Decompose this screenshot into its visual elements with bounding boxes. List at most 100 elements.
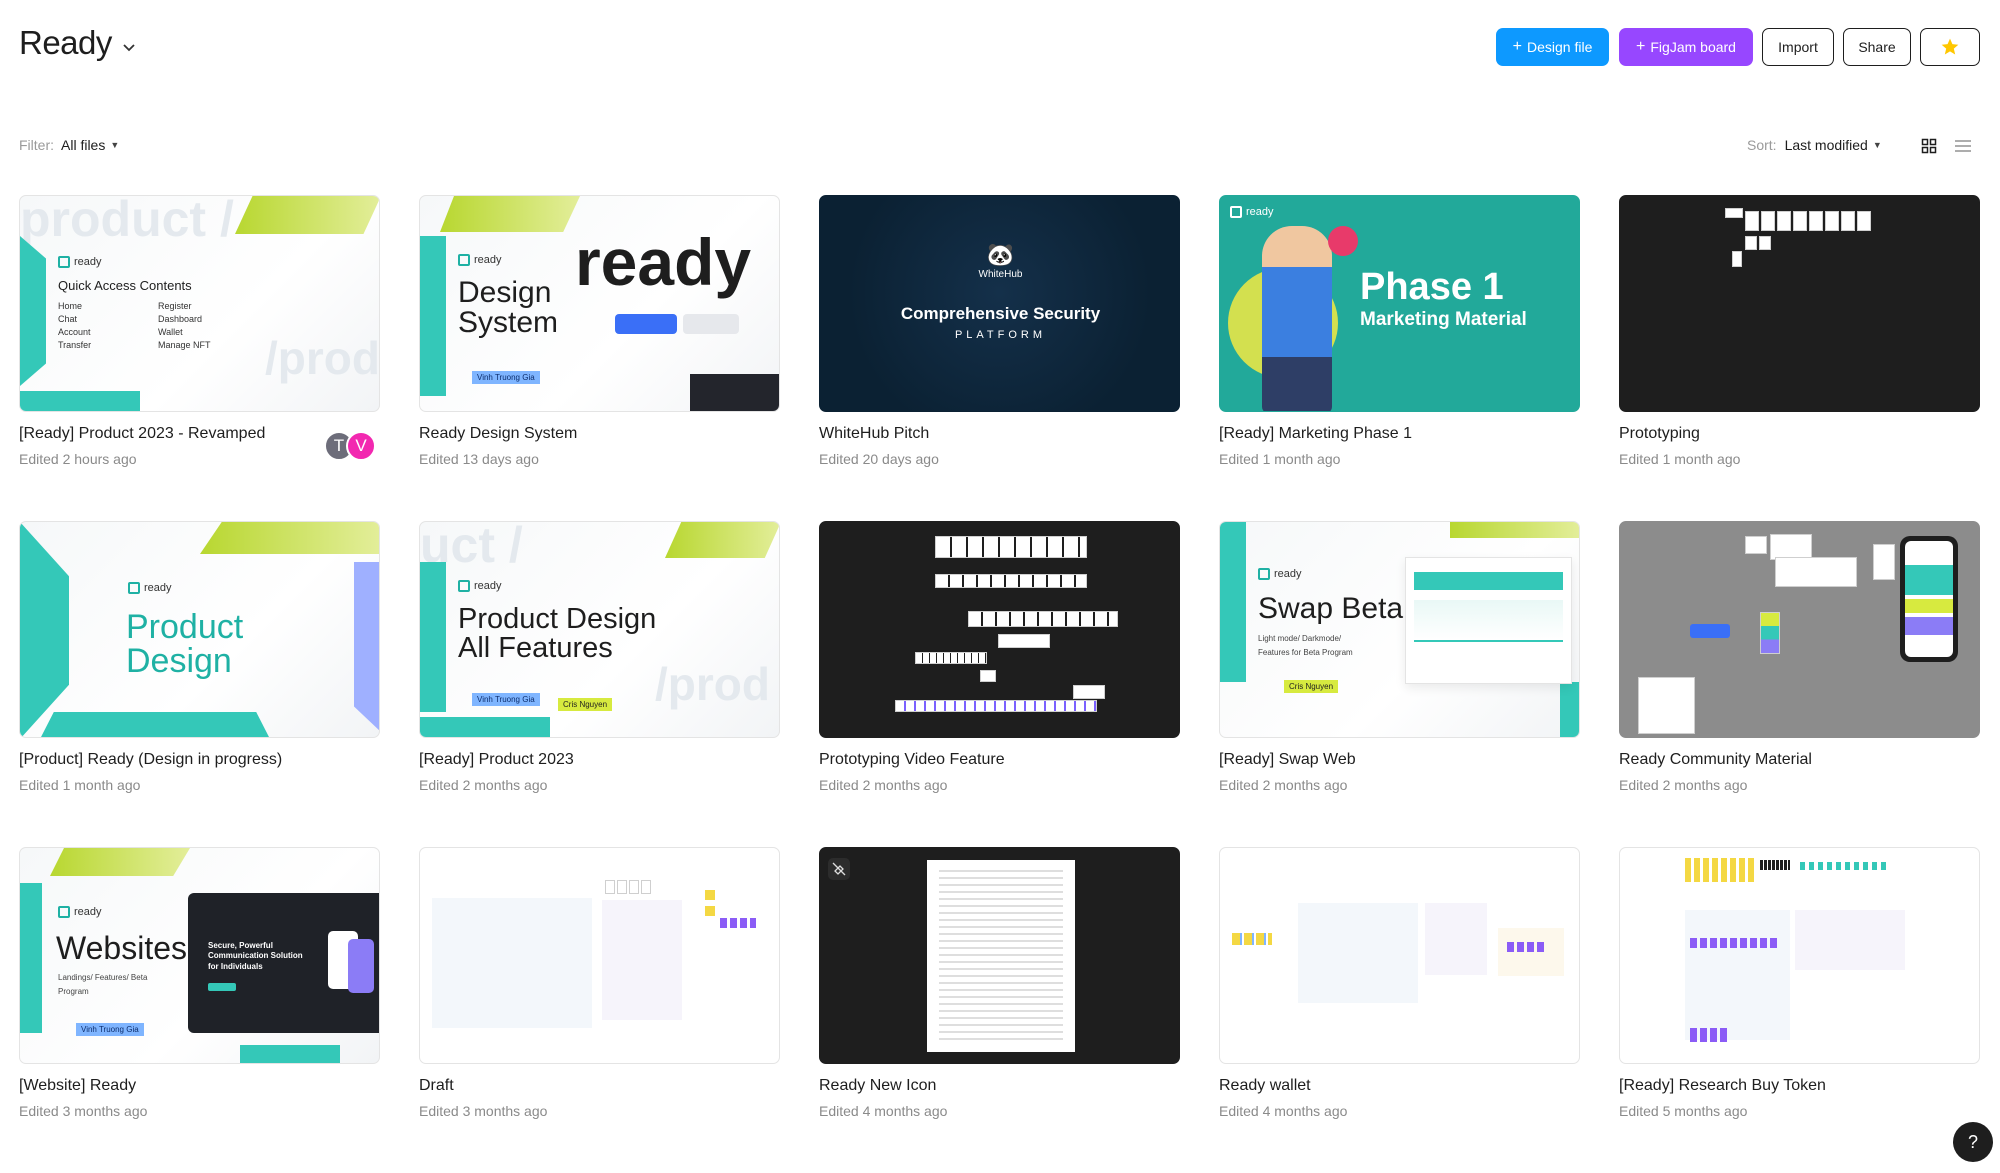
help-label: ? [1967,1131,1978,1152]
collaborator-avatars[interactable]: T V [324,431,380,461]
file-thumbnail[interactable] [1619,521,1980,738]
help-icon[interactable]: ? [1953,1122,1993,1162]
figjam-section [602,900,682,1020]
file-edited-time: Edited 4 months ago [1219,1103,1348,1119]
thumb-accent [354,562,379,732]
file-thumbnail[interactable] [819,521,1180,738]
thumb-author-chip: Vinh Truong Gia [76,1023,144,1036]
file-thumbnail[interactable] [1619,195,1980,412]
new-design-file-button[interactable]: + Design file [1496,28,1609,66]
ready-logo: ready [1258,568,1302,580]
thumb-ghost-text: product / [20,195,234,247]
file-card[interactable]: uct / /prod ready Product Design All Fea… [419,521,780,847]
thumb-accent [420,717,550,737]
file-name: [Ready] Research Buy Token [1619,1077,1826,1094]
thumb-accent [20,236,46,386]
thumb-accent [1690,624,1730,638]
file-card[interactable]: ready Websites Landings/ Features/ Beta … [19,847,380,1173]
thumb-accent [665,522,779,558]
sticky-row [1507,942,1547,952]
file-card[interactable]: Prototyping Edited 1 month ago [1619,195,1980,521]
chevron-down-icon: ▼ [1872,140,1882,150]
thumb-button-sample [683,314,739,334]
file-edited-time: Edited 2 months ago [819,777,948,793]
plus-icon: + [1636,38,1646,55]
project-title[interactable]: Ready [19,24,112,62]
filter-dropdown[interactable]: All files ▼ [61,137,119,153]
sticky-row [1690,1028,1730,1042]
frame-preview [629,880,639,894]
sticky-note [705,906,715,916]
file-card[interactable]: Prototyping Video Feature Edited 2 month… [819,521,1180,847]
frame-preview [1809,211,1823,231]
file-card[interactable]: ready Phase 1 Marketing Material [Ready]… [1219,195,1580,521]
sort-value: Last modified [1784,137,1868,153]
frame-preview [605,880,615,894]
new-figjam-board-button[interactable]: + FigJam board [1619,28,1753,66]
sort-dropdown[interactable]: Last modified ▼ [1785,137,1882,153]
import-label: Import [1778,39,1818,55]
thumb-headline: Phase 1 [1360,266,1504,308]
filter-label: Filter: [19,137,54,153]
file-edited-time: Edited 1 month ago [1219,451,1341,467]
file-thumbnail[interactable] [419,847,780,1064]
file-card[interactable]: ready ready Design System Vinh Truong Gi… [419,195,780,521]
figjam-section [1425,903,1487,975]
file-edited-time: Edited 2 months ago [1619,777,1748,793]
file-thumbnail[interactable]: ready Phase 1 Marketing Material [1219,195,1580,412]
frame-row [935,536,1087,558]
thumb-accent [50,848,190,876]
file-card[interactable]: Draft Edited 3 months ago [419,847,780,1173]
import-button[interactable]: Import [1762,28,1834,66]
ready-logo: ready [58,906,102,918]
figjam-section [1298,903,1418,1003]
file-thumbnail[interactable] [1219,847,1580,1064]
file-card[interactable]: 🐼 WhiteHub Comprehensive Security PLATFO… [819,195,1180,521]
file-card[interactable]: Ready wallet Edited 4 months ago [1219,847,1580,1173]
thumb-promo-text: Secure, Powerful Communication Solution … [208,941,303,971]
avatar[interactable]: V [346,431,376,461]
share-button[interactable]: Share [1843,28,1911,66]
filter-value: All files [61,137,106,153]
figjam-section [1498,928,1564,976]
file-name: [Website] Ready [19,1077,137,1094]
file-thumbnail[interactable] [1619,847,1980,1064]
file-card[interactable]: ready Product Design [Product] Ready (De… [19,521,380,847]
sort-label: Sort: [1747,137,1777,153]
file-card[interactable]: [Ready] Research Buy Token Edited 5 mont… [1619,847,1980,1173]
file-thumbnail[interactable]: ready ready Design System Vinh Truong Gi… [419,195,780,412]
favorite-button[interactable] [1920,28,1980,66]
chevron-down-icon[interactable] [115,33,143,61]
file-thumbnail[interactable] [819,847,1180,1064]
thumb-button-sample [615,314,677,334]
thumb-subline: PLATFORM [954,329,1047,341]
file-card[interactable]: Ready New Icon Edited 4 months ago [819,847,1180,1173]
file-card[interactable]: ready Swap Beta Light mode/ Darkmode/ Fe… [1219,521,1580,847]
sticky-row [1800,862,1890,870]
file-card[interactable]: Ready Community Material Edited 2 months… [1619,521,1980,847]
file-thumbnail[interactable]: product / /prod ready Quick Access Conte… [19,195,380,412]
file-edited-time: Edited 1 month ago [19,777,141,793]
frame-row [1073,685,1105,699]
sticky-row [1690,938,1780,948]
file-name: [Ready] Product 2023 - Revamped [19,425,266,442]
file-grid: product / /prod ready Quick Access Conte… [19,195,1981,1173]
file-card[interactable]: product / /prod ready Quick Access Conte… [19,195,380,521]
file-thumbnail[interactable]: ready Product Design [19,521,380,738]
whitehub-logo: 🐼 WhiteHub [820,244,1179,281]
list-view-icon[interactable] [1952,135,1974,157]
file-thumbnail[interactable]: uct / /prod ready Product Design All Fea… [419,521,780,738]
frame-preview [1759,236,1771,250]
file-name: Ready New Icon [819,1077,937,1094]
file-thumbnail[interactable]: ready Swap Beta Light mode/ Darkmode/ Fe… [1219,521,1580,738]
thumb-subline: Marketing Material [1360,309,1527,330]
file-thumbnail[interactable]: ready Websites Landings/ Features/ Beta … [19,847,380,1064]
thumb-accent [40,712,270,737]
sort-control[interactable]: Sort: Last modified ▼ [1747,137,1882,153]
thumb-accent [240,1045,340,1063]
filter-control[interactable]: Filter: All files ▼ [19,137,119,153]
thumb-heading: Product Design [126,608,244,680]
grid-view-icon[interactable] [1918,135,1940,157]
file-thumbnail[interactable]: 🐼 WhiteHub Comprehensive Security PLATFO… [819,195,1180,412]
page-header: Ready + Design file + FigJam board Impor… [0,0,2000,100]
